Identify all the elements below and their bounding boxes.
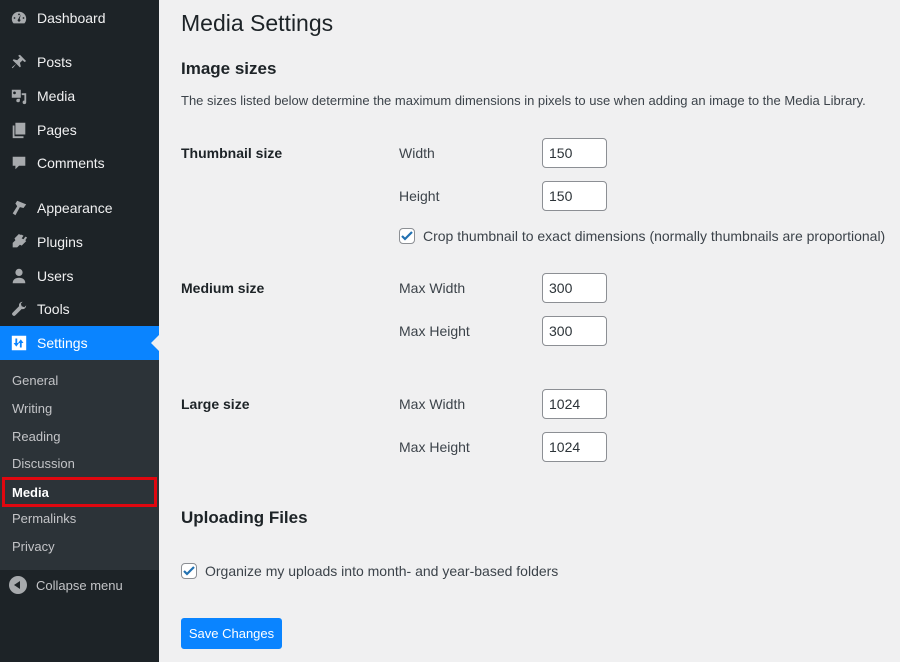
submenu-item-writing[interactable]: Writing [0, 395, 159, 422]
submenu-item-general[interactable]: General [0, 367, 159, 394]
large-height-label: Max Height [399, 439, 470, 455]
medium-width-label: Max Width [399, 280, 466, 296]
sidebar-item-label: Pages [37, 122, 77, 138]
user-icon [9, 266, 29, 286]
large-width-input[interactable] [542, 389, 607, 419]
thumbnail-height-label: Height [399, 188, 440, 204]
checkmark-icon [401, 231, 413, 241]
sidebar-item-users[interactable]: Users [0, 259, 159, 293]
media-icon [9, 86, 29, 106]
plugin-icon [9, 232, 29, 252]
sidebar-item-dashboard[interactable]: Dashboard [0, 1, 159, 35]
sidebar-item-comments[interactable]: Comments [0, 146, 159, 180]
thumbnail-width-label: Width [399, 145, 435, 161]
paintbrush-icon [9, 198, 29, 218]
thumbnail-height-input[interactable] [542, 181, 607, 211]
submenu-item-permalinks[interactable]: Permalinks [0, 505, 159, 532]
submenu-item-reading[interactable]: Reading [0, 423, 159, 450]
submenu-item-media[interactable]: Media [2, 477, 157, 507]
large-width-label: Max Width [399, 396, 466, 412]
sidebar-item-label: Media [37, 88, 76, 104]
crop-thumbnail-option: Crop thumbnail to exact dimensions (norm… [399, 228, 885, 244]
image-sizes-heading: Image sizes [181, 59, 277, 78]
checkmark-icon [183, 566, 195, 576]
sidebar-item-label: Posts [37, 54, 73, 70]
crop-thumbnail-label: Crop thumbnail to exact dimensions (norm… [423, 228, 886, 244]
crop-thumbnail-checkbox[interactable] [399, 228, 415, 244]
thumbnail-width-input[interactable] [542, 138, 607, 168]
sidebar-item-plugins[interactable]: Plugins [0, 225, 159, 259]
admin-sidebar: Dashboard Posts Media Pages Comments App… [0, 0, 159, 662]
active-indicator-arrow [151, 335, 159, 351]
sidebar-item-media[interactable]: Media [0, 79, 159, 113]
sidebar-item-label: Appearance [37, 200, 113, 216]
settings-icon [9, 333, 29, 353]
large-height-input[interactable] [542, 432, 607, 462]
medium-height-input[interactable] [542, 316, 607, 346]
sidebar-item-settings[interactable]: Settings [0, 326, 159, 360]
sidebar-item-label: Tools [37, 301, 70, 317]
large-size-label: Large size [181, 396, 250, 412]
thumbnail-size-label: Thumbnail size [181, 145, 283, 161]
sidebar-item-label: Users [37, 268, 74, 284]
collapse-menu-label: Collapse menu [36, 577, 123, 593]
organize-uploads-checkbox[interactable] [181, 563, 197, 579]
submenu-label: Permalinks [12, 511, 77, 526]
submenu-item-privacy[interactable]: Privacy [0, 533, 159, 560]
sidebar-item-label: Comments [37, 155, 105, 171]
organize-uploads-option: Organize my uploads into month- and year… [181, 563, 558, 579]
submenu-item-discussion[interactable]: Discussion [0, 450, 159, 477]
sidebar-item-appearance[interactable]: Appearance [0, 191, 159, 225]
sidebar-item-tools[interactable]: Tools [0, 292, 159, 326]
sidebar-item-label: Plugins [37, 234, 83, 250]
pin-icon [9, 52, 29, 72]
save-changes-button[interactable]: Save Changes [181, 618, 282, 649]
comment-icon [9, 153, 29, 173]
pages-icon [9, 120, 29, 140]
submenu-label: Writing [12, 401, 53, 416]
sidebar-item-posts[interactable]: Posts [0, 45, 159, 79]
wrench-icon [9, 299, 29, 319]
page-title: Media Settings [181, 10, 334, 36]
medium-size-label: Medium size [181, 280, 265, 296]
sidebar-item-label: Settings [37, 335, 88, 351]
organize-uploads-label: Organize my uploads into month- and year… [205, 563, 559, 579]
image-sizes-description: The sizes listed below determine the max… [181, 93, 866, 108]
dashboard-icon [9, 8, 29, 28]
submenu-label: Privacy [12, 539, 55, 554]
medium-height-label: Max Height [399, 323, 470, 339]
submenu-label: Media [12, 484, 49, 500]
sidebar-item-label: Dashboard [37, 10, 106, 26]
collapse-arrow-icon [9, 576, 27, 594]
uploading-files-heading: Uploading Files [181, 508, 308, 527]
sidebar-item-pages[interactable]: Pages [0, 113, 159, 147]
submenu-label: General [12, 373, 59, 388]
collapse-menu-button[interactable]: Collapse menu [0, 570, 159, 600]
submenu-label: Discussion [12, 456, 75, 471]
submenu-label: Reading [12, 429, 61, 444]
medium-width-input[interactable] [542, 273, 607, 303]
settings-submenu: General Writing Reading Discussion Media… [0, 360, 159, 570]
